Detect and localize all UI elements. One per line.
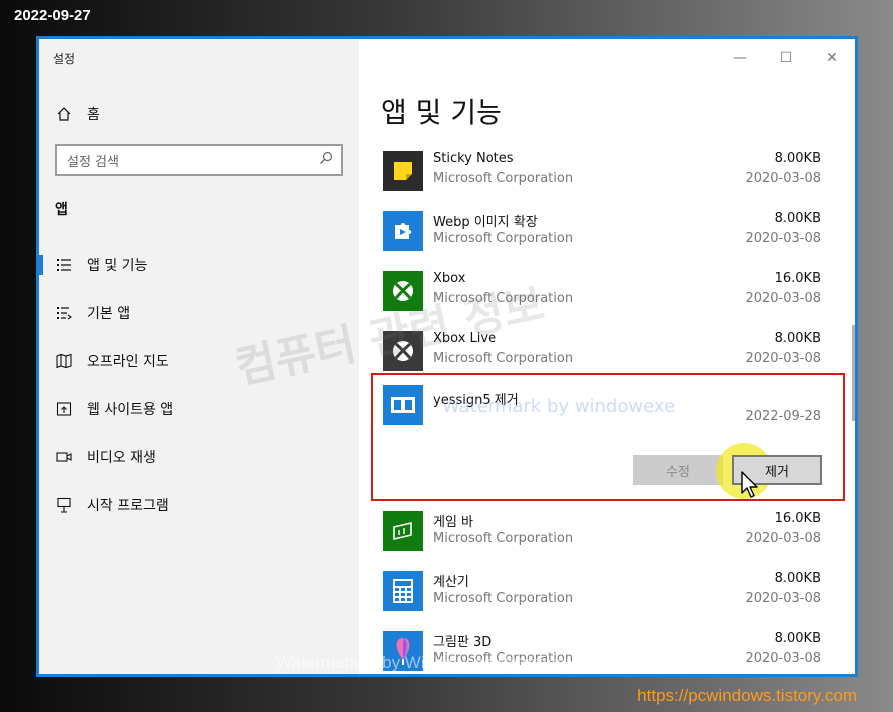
webp-extension-icon bbox=[383, 211, 423, 251]
minimize-icon[interactable]: — bbox=[725, 47, 755, 69]
watermark-text-bottom: Watermarked by WindowexeWatermark bbox=[276, 653, 576, 672]
nav-home[interactable]: 홈 bbox=[55, 103, 100, 125]
section-label-apps: 앱 bbox=[55, 202, 68, 218]
app-name: Webp 이미지 확장 bbox=[433, 215, 538, 230]
default-apps-icon bbox=[55, 304, 73, 322]
app-publisher: Microsoft Corporation bbox=[433, 171, 574, 186]
app-publisher: Microsoft Corporation bbox=[433, 591, 574, 606]
window-title: 설정 bbox=[53, 52, 76, 66]
watermark-text-small: Watermark by windowexe bbox=[442, 396, 676, 417]
home-icon bbox=[55, 105, 73, 123]
mouse-cursor-icon bbox=[741, 471, 758, 498]
apps-for-websites-icon bbox=[55, 400, 73, 418]
sidebar-item-label: 비디오 재생 bbox=[87, 450, 156, 466]
modify-button[interactable]: 수정 bbox=[633, 455, 723, 485]
video-playback-icon bbox=[55, 448, 73, 466]
app-date: 2020-03-08 bbox=[745, 651, 821, 666]
scrollbar[interactable] bbox=[852, 325, 855, 421]
nav-home-label: 홈 bbox=[87, 107, 100, 123]
app-date: 2020-03-08 bbox=[745, 351, 821, 366]
app-size: 8.00KB bbox=[774, 331, 821, 346]
app-date: 2020-03-08 bbox=[745, 291, 821, 306]
app-publisher: Microsoft Corporation bbox=[433, 531, 574, 546]
app-name: 게임 바 bbox=[433, 515, 474, 530]
sticky-notes-icon bbox=[383, 151, 423, 191]
search-placeholder: 설정 검색 bbox=[67, 154, 119, 170]
app-name: Sticky Notes bbox=[433, 151, 514, 166]
app-name: 그림판 3D bbox=[433, 635, 492, 650]
app-size: 8.00KB bbox=[774, 211, 821, 226]
sidebar-item-startup[interactable]: 시작 프로그램 bbox=[39, 491, 359, 519]
site-url: https://pcwindows.tistory.com bbox=[637, 686, 857, 705]
sidebar-item-video-playback[interactable]: 비디오 재생 bbox=[39, 443, 359, 471]
sidebar-item-label: 앱 및 기능 bbox=[87, 258, 148, 274]
game-bar-icon bbox=[383, 511, 423, 551]
search-icon bbox=[319, 151, 333, 169]
settings-window: 설정 홈 설정 검색 앱 앱 및 기능 기본 앱 오프라인 지도 웹 사이트용 … bbox=[36, 36, 858, 677]
capture-date: 2022-09-27 bbox=[14, 7, 91, 24]
app-size: 8.00KB bbox=[774, 151, 821, 166]
offline-maps-icon bbox=[55, 352, 73, 370]
app-date: 2020-03-08 bbox=[745, 591, 821, 606]
app-row-webp[interactable]: Webp 이미지 확장 Microsoft Corporation 8.00KB… bbox=[383, 207, 825, 267]
sidebar-item-apps-features[interactable]: 앱 및 기능 bbox=[39, 251, 359, 279]
main-panel: — ☐ ✕ 앱 및 기능 Sticky Notes Microsoft Corp… bbox=[359, 39, 855, 674]
sidebar-item-label: 시작 프로그램 bbox=[87, 498, 169, 514]
app-size: 8.00KB bbox=[774, 631, 821, 646]
maximize-icon[interactable]: ☐ bbox=[771, 47, 801, 69]
calculator-icon bbox=[383, 571, 423, 611]
app-row-sticky-notes[interactable]: Sticky Notes Microsoft Corporation 8.00K… bbox=[383, 147, 825, 207]
app-date: 2022-09-28 bbox=[745, 409, 821, 424]
app-row-yessign5-selected[interactable]: yessign5 제거 2022-09-28 수정 제거 bbox=[371, 373, 845, 501]
app-size: 8.00KB bbox=[774, 571, 821, 586]
app-publisher: Microsoft Corporation bbox=[433, 351, 574, 366]
app-date: 2020-03-08 bbox=[745, 531, 821, 546]
app-publisher: Microsoft Corporation bbox=[433, 231, 574, 246]
apps-features-icon bbox=[55, 256, 73, 274]
app-size: 16.0KB bbox=[774, 271, 821, 286]
sidebar-item-label: 오프라인 지도 bbox=[87, 354, 169, 370]
app-size: 16.0KB bbox=[774, 511, 821, 526]
sidebar-item-label: 기본 앱 bbox=[87, 306, 131, 322]
sidebar-item-label: 웹 사이트용 앱 bbox=[87, 402, 174, 418]
search-input[interactable]: 설정 검색 bbox=[55, 144, 343, 176]
page-title: 앱 및 기능 bbox=[381, 96, 502, 129]
app-date: 2020-03-08 bbox=[745, 231, 821, 246]
app-row-game-bar[interactable]: 게임 바 Microsoft Corporation 16.0KB 2020-0… bbox=[383, 507, 825, 567]
app-row-calculator[interactable]: 계산기 Microsoft Corporation 8.00KB 2020-03… bbox=[383, 567, 825, 627]
yessign-icon bbox=[383, 385, 423, 425]
close-icon[interactable]: ✕ bbox=[817, 47, 847, 69]
startup-icon bbox=[55, 496, 73, 514]
app-date: 2020-03-08 bbox=[745, 171, 821, 186]
app-name: 계산기 bbox=[433, 575, 469, 590]
sidebar-item-apps-for-websites[interactable]: 웹 사이트용 앱 bbox=[39, 395, 359, 423]
